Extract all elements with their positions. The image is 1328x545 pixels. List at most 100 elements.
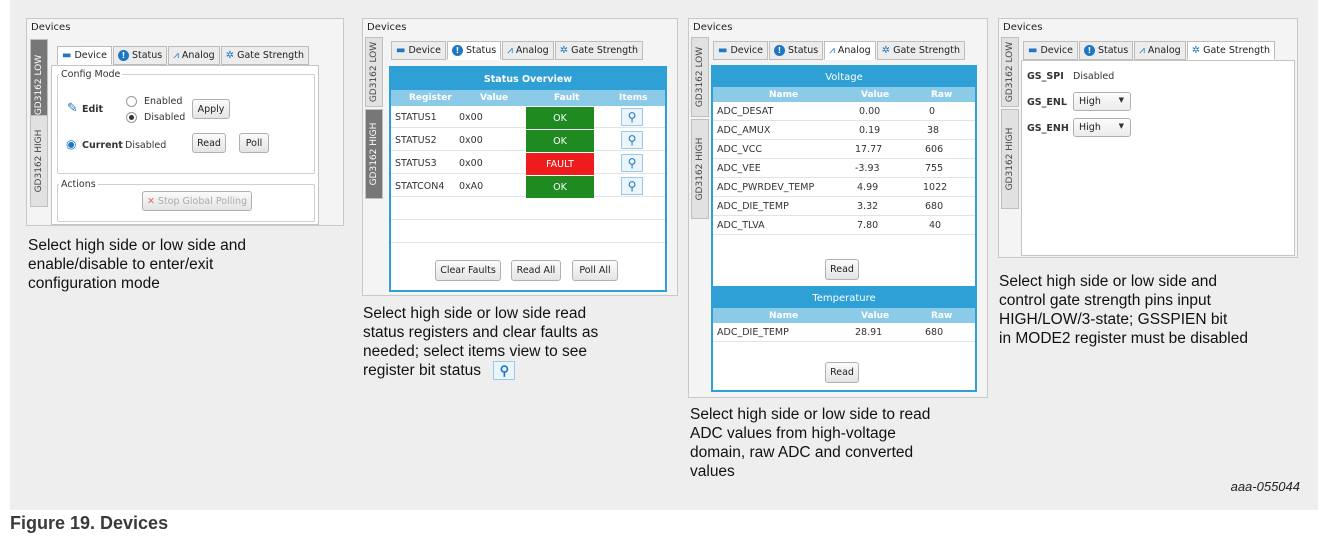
- tab-analog[interactable]: ⩘ Analog: [1134, 41, 1186, 60]
- adc-raw: 1022: [923, 182, 948, 193]
- tab-analog[interactable]: ⩘ Analog: [824, 41, 876, 60]
- gs-enh-select[interactable]: High ▼: [1073, 118, 1131, 137]
- register-name: STATUS1: [395, 112, 437, 123]
- info-icon: !: [117, 50, 129, 61]
- poll-button[interactable]: Poll: [239, 133, 269, 153]
- enabled-radio[interactable]: [126, 96, 137, 107]
- window-title: Devices: [1003, 22, 1043, 33]
- clear-faults-button[interactable]: Clear Faults: [435, 260, 501, 281]
- config-mode-label: Config Mode: [59, 69, 123, 80]
- adc-value: 28.91: [855, 327, 883, 338]
- status-column-headers: Register Value Fault Items: [391, 90, 665, 106]
- adc-raw: 40: [929, 220, 942, 231]
- caption-gate-strength: Select high side or low side and control…: [999, 273, 1248, 347]
- apply-button[interactable]: Apply: [192, 99, 230, 119]
- register-value: 0x00: [459, 158, 483, 169]
- tab-device[interactable]: ▬ Device: [1023, 41, 1078, 60]
- adc-value: 0.00: [859, 106, 881, 117]
- adc-name: ADC_DIE_TEMP: [717, 327, 789, 338]
- window-title: Devices: [367, 22, 407, 33]
- col-items: Items: [619, 93, 648, 103]
- poll-all-button[interactable]: Poll All: [572, 260, 618, 281]
- gs-spi-label: GS_SPI: [1027, 71, 1064, 82]
- tab-device[interactable]: ▬ Device: [713, 41, 768, 60]
- fault-status: OK: [526, 176, 594, 198]
- tab-bar: ▬ Device ! Status ⩘ Analog ✲ Gate Strength: [57, 46, 310, 65]
- col-name: Name: [769, 89, 799, 100]
- tab-analog[interactable]: ⩘ Analog: [502, 41, 554, 60]
- empty-row: [391, 198, 665, 220]
- adc-name: ADC_PWRDEV_TEMP: [717, 182, 815, 193]
- chart-icon: ⩘: [829, 45, 835, 56]
- chevron-down-icon: ▼: [1118, 96, 1124, 104]
- adc-name: ADC_DIE_TEMP: [717, 201, 789, 212]
- adc-raw: 680: [925, 201, 944, 212]
- chart-icon: ⩘: [173, 50, 179, 61]
- tab-gate-strength[interactable]: ✲ Gate Strength: [876, 41, 965, 60]
- adc-value: 3.32: [857, 201, 879, 212]
- vtab-gd3162-low[interactable]: GD3162 LOW: [691, 37, 709, 117]
- col-raw: Raw: [931, 310, 953, 321]
- devices-window-analog: Devices GD3162 LOW GD3162 HIGH ▬ Device !…: [688, 18, 988, 398]
- tab-gate-strength[interactable]: ✲ Gate Strength: [554, 41, 643, 60]
- search-icon: ⚲: [493, 361, 516, 381]
- tab-status[interactable]: ! Status: [768, 41, 824, 60]
- adc-value: 17.77: [855, 144, 883, 155]
- adc-name: ADC_TLVA: [717, 220, 765, 231]
- tab-gate-strength[interactable]: ✲ Gate Strength: [1186, 41, 1275, 60]
- voltage-column-headers: Name Value Raw: [713, 87, 975, 102]
- search-icon[interactable]: ⚲: [621, 177, 643, 195]
- tab-status[interactable]: ! Status: [112, 46, 168, 65]
- tab-bar: ▬ Device ! Status ⩘ Analog ✲ Gate Strength: [391, 41, 644, 60]
- col-fault: Fault: [554, 93, 580, 103]
- read-temperature-button[interactable]: Read: [825, 362, 859, 383]
- search-icon[interactable]: ⚲: [621, 131, 643, 149]
- read-all-button[interactable]: Read All: [511, 260, 561, 281]
- config-mode-group: [57, 74, 315, 174]
- tab-device[interactable]: ▬ Device: [57, 46, 112, 65]
- fault-status: OK: [526, 107, 594, 129]
- adc-value: 7.80: [857, 220, 879, 231]
- tab-status[interactable]: ! Status: [446, 41, 502, 60]
- window-title: Devices: [693, 22, 733, 33]
- devices-window-gate-strength: Devices GD3162 LOW GD3162 HIGH ▬ Device !…: [998, 18, 1298, 258]
- vtab-gd3162-low[interactable]: GD3162 LOW: [1001, 37, 1019, 107]
- caption-analog: Select high side or low side to read ADC…: [690, 406, 931, 480]
- adc-name: ADC_VCC: [717, 144, 762, 155]
- window-title: Devices: [31, 22, 71, 33]
- gear-icon: ✲: [559, 45, 569, 56]
- tab-device[interactable]: ▬ Device: [391, 41, 446, 60]
- info-icon: !: [773, 45, 785, 56]
- tab-analog[interactable]: ⩘ Analog: [168, 46, 220, 65]
- tab-gate-strength[interactable]: ✲ Gate Strength: [220, 46, 309, 65]
- info-icon: !: [451, 45, 463, 56]
- stop-global-polling-button[interactable]: ✕ Stop Global Polling: [142, 191, 252, 211]
- vtab-gd3162-high[interactable]: GD3162 HIGH: [30, 115, 48, 207]
- current-value: Disabled: [125, 140, 167, 151]
- fault-status: OK: [526, 130, 594, 152]
- enabled-label: Enabled: [144, 96, 183, 107]
- adc-value: -3.93: [855, 163, 880, 174]
- tab-bar: ▬ Device ! Status ⩘ Analog ✲ Gate Strength: [713, 41, 966, 60]
- disabled-radio[interactable]: [126, 112, 137, 123]
- search-icon[interactable]: ⚲: [621, 108, 643, 126]
- gear-icon: ✲: [881, 45, 891, 56]
- empty-row: [391, 221, 665, 243]
- car-icon: ▬: [62, 50, 72, 61]
- info-icon: !: [1083, 45, 1095, 56]
- vtab-gd3162-high[interactable]: GD3162 HIGH: [691, 119, 709, 219]
- read-voltage-button[interactable]: Read: [825, 259, 859, 280]
- vtab-gd3162-high[interactable]: GD3162 HIGH: [365, 109, 383, 199]
- tab-status[interactable]: ! Status: [1078, 41, 1134, 60]
- search-icon[interactable]: ⚲: [621, 154, 643, 172]
- disabled-label: Disabled: [144, 112, 186, 123]
- vtab-gd3162-low[interactable]: GD3162 LOW: [365, 37, 383, 107]
- read-button[interactable]: Read: [192, 133, 226, 153]
- adc-raw: 38: [927, 125, 940, 136]
- register-value: 0x00: [459, 112, 483, 123]
- col-value: Value: [480, 93, 509, 103]
- gs-enl-select[interactable]: High ▼: [1073, 92, 1131, 111]
- eye-icon: ◉: [66, 137, 77, 151]
- vtab-gd3162-high[interactable]: GD3162 HIGH: [1001, 109, 1019, 209]
- register-value: 0x00: [459, 135, 483, 146]
